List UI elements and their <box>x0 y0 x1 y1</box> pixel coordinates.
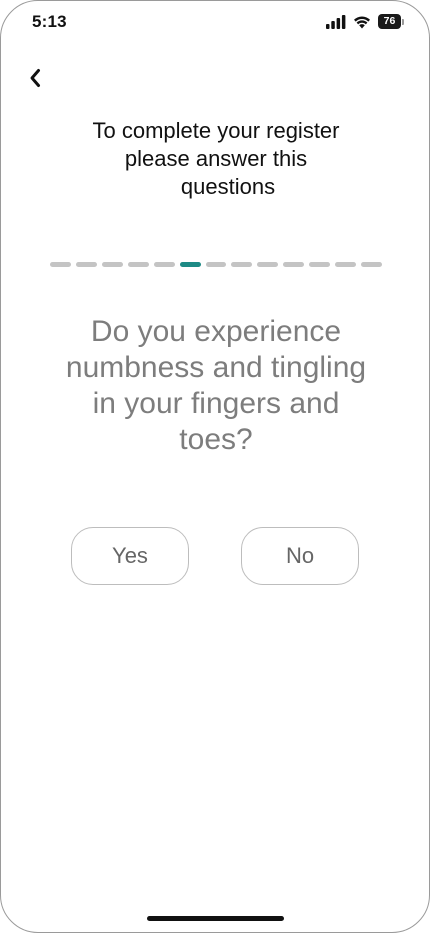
progress-step <box>283 262 305 267</box>
question-line-3: in your fingers and <box>92 387 340 420</box>
progress-step <box>257 262 279 267</box>
question-line-1: Do you experience <box>90 315 342 348</box>
battery-level: 76 <box>378 14 401 29</box>
progress-step <box>127 262 149 267</box>
status-icons: 76 <box>326 14 404 29</box>
heading-line-2: please answer this <box>124 146 308 171</box>
battery-icon: 76 <box>378 14 404 29</box>
no-button[interactable]: No <box>241 527 359 585</box>
chevron-left-icon <box>30 69 40 87</box>
heading-line-3: questions <box>180 174 276 199</box>
progress-step <box>50 262 71 267</box>
progress-indicator <box>50 262 382 267</box>
battery-cap <box>402 18 404 25</box>
progress-step <box>309 262 331 267</box>
progress-step <box>231 262 253 267</box>
progress-step <box>335 262 357 267</box>
question-text: Do you experience numbness and tingling … <box>31 314 401 458</box>
back-button[interactable] <box>23 65 47 91</box>
progress-step <box>75 262 97 267</box>
yes-button[interactable]: Yes <box>71 527 189 585</box>
wifi-icon <box>354 15 370 28</box>
progress-step <box>205 262 227 267</box>
question-line-4: toes? <box>179 423 253 456</box>
phone-screen: 5:13 76 To complete your register please… <box>0 0 430 933</box>
progress-step <box>101 262 123 267</box>
progress-step <box>153 262 175 267</box>
home-indicator[interactable] <box>147 916 284 921</box>
heading-line-1: To complete your register <box>92 118 340 143</box>
status-bar: 5:13 76 <box>1 1 429 45</box>
page-heading: To complete your register please answer … <box>41 117 391 201</box>
question-line-2: numbness and tingling <box>65 351 367 384</box>
signal-icon <box>326 14 346 29</box>
progress-step <box>361 262 382 267</box>
progress-step-active <box>179 262 201 267</box>
status-time: 5:13 <box>32 12 67 31</box>
